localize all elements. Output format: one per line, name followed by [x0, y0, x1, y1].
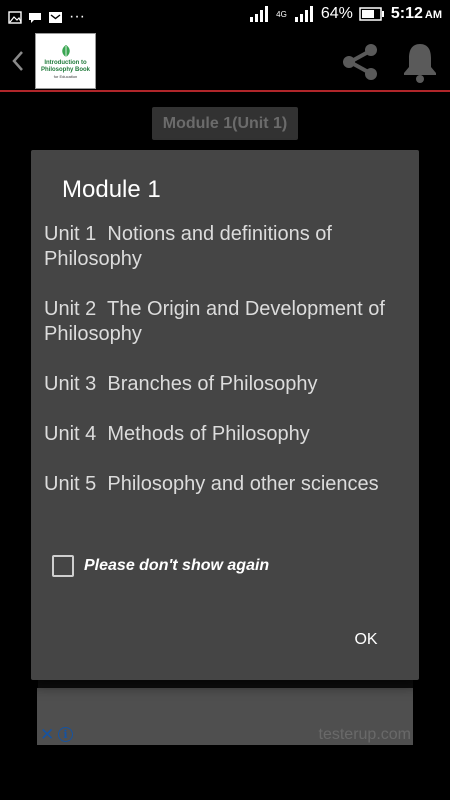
- bell-icon: [404, 44, 436, 83]
- logo-title: Introduction to Philosophy Book: [40, 59, 90, 73]
- unit-item-2[interactable]: Unit 2 The Origin and Development of Phi…: [44, 297, 406, 347]
- unit-item-3[interactable]: Unit 3 Branches of Philosophy: [44, 372, 406, 397]
- battery-percent: 64%: [320, 5, 353, 22]
- dialog-title: Module 1: [62, 176, 161, 203]
- image-icon: [8, 10, 22, 24]
- chevron-left-icon: [12, 51, 23, 71]
- status-bar: ··· 4G 64% 5:12 AM: [0, 0, 450, 32]
- status-indicators: 4G 64% 5:12 AM: [248, 5, 442, 23]
- unit-number: Unit 4: [44, 423, 97, 445]
- mail-icon: [49, 11, 62, 23]
- unit-list: Unit 1 Notions and definitions of Philos…: [44, 222, 406, 522]
- network-type-label: 4G: [276, 9, 287, 19]
- back-button[interactable]: [6, 44, 30, 78]
- unit-item-4[interactable]: Unit 4 Methods of Philosophy: [44, 422, 406, 447]
- leaf-icon: [61, 44, 70, 57]
- dont-show-again-checkbox[interactable]: [52, 555, 74, 577]
- app-logo: Introduction to Philosophy Book for Educ…: [35, 33, 96, 89]
- unit-item-5[interactable]: Unit 5 Philosophy and other sciences: [44, 472, 406, 497]
- ok-button[interactable]: OK: [336, 622, 396, 658]
- clock-ampm: AM: [424, 9, 442, 21]
- dont-show-again-row[interactable]: Please don't show again: [52, 555, 269, 577]
- module-dialog: Module 1 Unit 1 Notions and definitions …: [31, 150, 419, 680]
- unit-item-1[interactable]: Unit 1 Notions and definitions of Philos…: [44, 222, 406, 272]
- unit-number: Unit 5: [44, 473, 97, 495]
- unit-title: Branches of Philosophy: [107, 373, 318, 395]
- notifications-button[interactable]: [400, 40, 440, 84]
- unit-title: Philosophy and other sciences: [107, 473, 379, 495]
- chat-icon: [29, 12, 41, 23]
- unit-title: The Origin and Development of Philosophy: [44, 298, 385, 345]
- more-notifications-icon: ···: [69, 8, 85, 25]
- unit-number: Unit 1: [44, 223, 97, 245]
- dont-show-again-label[interactable]: Please don't show again: [84, 557, 269, 575]
- share-button[interactable]: [338, 40, 382, 84]
- clock-time: 5:12: [390, 5, 423, 22]
- logo-subtitle: for Education: [53, 73, 78, 79]
- unit-number: Unit 2: [44, 298, 97, 320]
- notification-icons: ···: [8, 8, 85, 26]
- signal-icon-2: [294, 6, 313, 22]
- battery-icon: [359, 7, 384, 21]
- signal-icon: [250, 6, 269, 22]
- unit-title: Methods of Philosophy: [107, 423, 310, 445]
- share-icon: [343, 44, 377, 80]
- unit-number: Unit 3: [44, 373, 97, 395]
